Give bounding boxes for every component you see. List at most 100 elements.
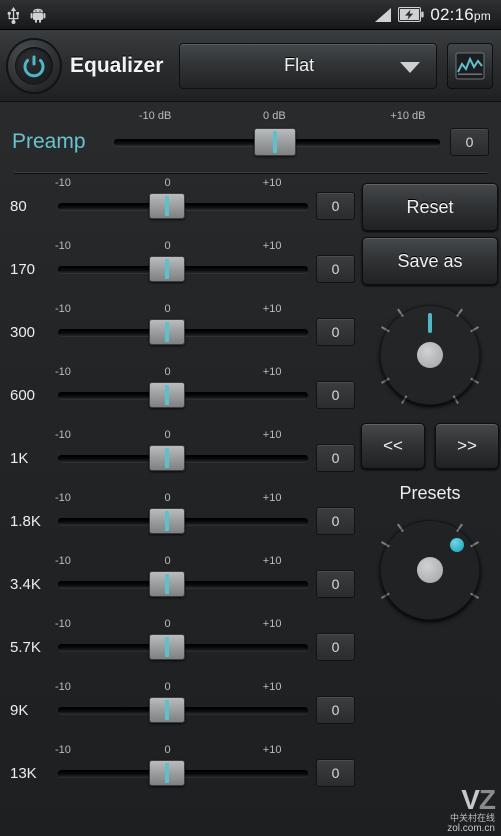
preamp-scale-mid: 0 dB [263, 110, 286, 122]
band-frequency-label: 5.7K [10, 638, 41, 656]
band-scale-mid: 0 [164, 366, 171, 378]
preamp-slider-thumb[interactable] [253, 128, 296, 156]
band-frequency-label: 600 [10, 386, 36, 404]
band-slider-thumb[interactable] [148, 634, 185, 660]
band-frequency-label: 300 [10, 323, 36, 341]
android-icon [30, 8, 46, 23]
band-scale-min: -10 [55, 492, 71, 504]
previous-preset-button[interactable]: << [361, 423, 425, 469]
watermark: VZ 中关村在线 zol.com.cn [447, 784, 496, 834]
preset-nav: << >> [361, 423, 499, 469]
band-slider-thumb[interactable] [148, 508, 185, 534]
band-slider[interactable] [58, 256, 308, 282]
band-scale-min: -10 [55, 177, 71, 189]
band-slider[interactable] [58, 760, 308, 786]
band-frequency-label: 1.8K [10, 512, 41, 530]
band-slider[interactable] [58, 508, 308, 534]
preamp-value: 0 [450, 128, 489, 156]
band-slider[interactable] [58, 382, 308, 408]
band-scale-min: -10 [55, 303, 71, 315]
band-slider-thumb[interactable] [148, 571, 185, 597]
band-row: -10 0 +10 13K 0 [10, 744, 355, 807]
band-scale-min: -10 [55, 744, 71, 756]
preset-dropdown[interactable]: Flat [179, 42, 437, 89]
knob-position-dot [450, 538, 464, 552]
band-slider-thumb[interactable] [148, 256, 185, 282]
volume-knob[interactable] [374, 514, 486, 626]
band-slider[interactable] [58, 445, 308, 471]
preamp-row: Preamp 0 [12, 128, 489, 156]
band-frequency-label: 1K [10, 449, 29, 467]
band-row: -10 0 +10 3.4K 0 [10, 555, 355, 618]
usb-icon [7, 6, 19, 24]
band-row: -10 0 +10 1.8K 0 [10, 492, 355, 555]
preamp-label: Preamp [12, 130, 86, 153]
status-bar-left-icons [6, 6, 46, 24]
band-control: 3.4K 0 [10, 570, 355, 598]
band-value: 0 [316, 444, 355, 472]
band-value: 0 [316, 570, 355, 598]
band-slider[interactable] [58, 634, 308, 660]
band-scale-mid: 0 [164, 429, 171, 441]
band-scale: -10 0 +10 [55, 303, 307, 318]
battery-charging-icon [398, 7, 424, 22]
band-scale-max: +10 [262, 492, 282, 504]
band-slider[interactable] [58, 193, 308, 219]
band-value: 0 [316, 759, 355, 787]
band-slider-thumb[interactable] [148, 697, 185, 723]
band-scale: -10 0 +10 [55, 366, 307, 381]
band-control: 170 0 [10, 255, 355, 283]
controls-column: Reset Save as << >> Presets [355, 177, 499, 807]
band-scale-mid: 0 [164, 492, 171, 504]
band-control: 1K 0 [10, 444, 355, 472]
band-scale-max: +10 [262, 618, 282, 630]
preset-dropdown-value: Flat [284, 55, 315, 75]
preamp-scale-max: +10 dB [390, 110, 426, 122]
band-slider-thumb[interactable] [148, 319, 185, 345]
band-scale-max: +10 [262, 555, 282, 567]
power-button[interactable] [8, 39, 60, 92]
band-scale-max: +10 [262, 240, 282, 252]
band-scale-min: -10 [55, 618, 71, 630]
band-scale: -10 0 +10 [55, 240, 307, 255]
equalizer-app: 02:16pm Equalizer Flat -10 dB 0 dB +10 d… [0, 0, 501, 836]
page-title: Equalizer [70, 53, 164, 77]
band-slider-thumb[interactable] [148, 760, 185, 786]
volume-knob-dial[interactable] [380, 520, 480, 620]
reset-button[interactable]: Reset [362, 183, 498, 231]
band-frequency-label: 13K [10, 764, 37, 782]
equalizer-icon-button[interactable] [447, 42, 493, 89]
band-scale-mid: 0 [164, 240, 171, 252]
band-slider-thumb[interactable] [148, 193, 185, 219]
save-as-button[interactable]: Save as [362, 237, 498, 285]
main-body: -10 0 +10 80 0 -10 0 +10 170 0 -10 0 +10… [0, 177, 501, 807]
band-scale-min: -10 [55, 429, 71, 441]
band-slider-thumb[interactable] [148, 382, 185, 408]
band-scale-max: +10 [262, 303, 282, 315]
knob-indicator [428, 313, 432, 333]
preset-knob-dial[interactable] [380, 305, 480, 405]
band-slider[interactable] [58, 571, 308, 597]
band-scale: -10 0 +10 [55, 177, 307, 192]
chevron-down-icon [400, 61, 420, 73]
next-preset-button[interactable]: >> [435, 423, 499, 469]
band-slider-thumb[interactable] [148, 445, 185, 471]
signal-icon [375, 7, 392, 22]
band-scale: -10 0 +10 [55, 555, 307, 570]
band-value: 0 [316, 318, 355, 346]
band-row: -10 0 +10 5.7K 0 [10, 618, 355, 681]
band-control: 5.7K 0 [10, 633, 355, 661]
clock-ampm: pm [473, 8, 491, 23]
band-scale: -10 0 +10 [55, 681, 307, 696]
band-scale: -10 0 +10 [55, 744, 307, 759]
presets-label: Presets [399, 483, 461, 503]
preamp-slider[interactable] [114, 128, 440, 156]
band-slider[interactable] [58, 319, 308, 345]
clock-time: 02:16 [430, 4, 474, 24]
band-control: 600 0 [10, 381, 355, 409]
preset-knob[interactable] [374, 299, 486, 411]
band-scale-min: -10 [55, 366, 71, 378]
band-slider[interactable] [58, 697, 308, 723]
band-scale-mid: 0 [164, 618, 171, 630]
band-control: 1.8K 0 [10, 507, 355, 535]
